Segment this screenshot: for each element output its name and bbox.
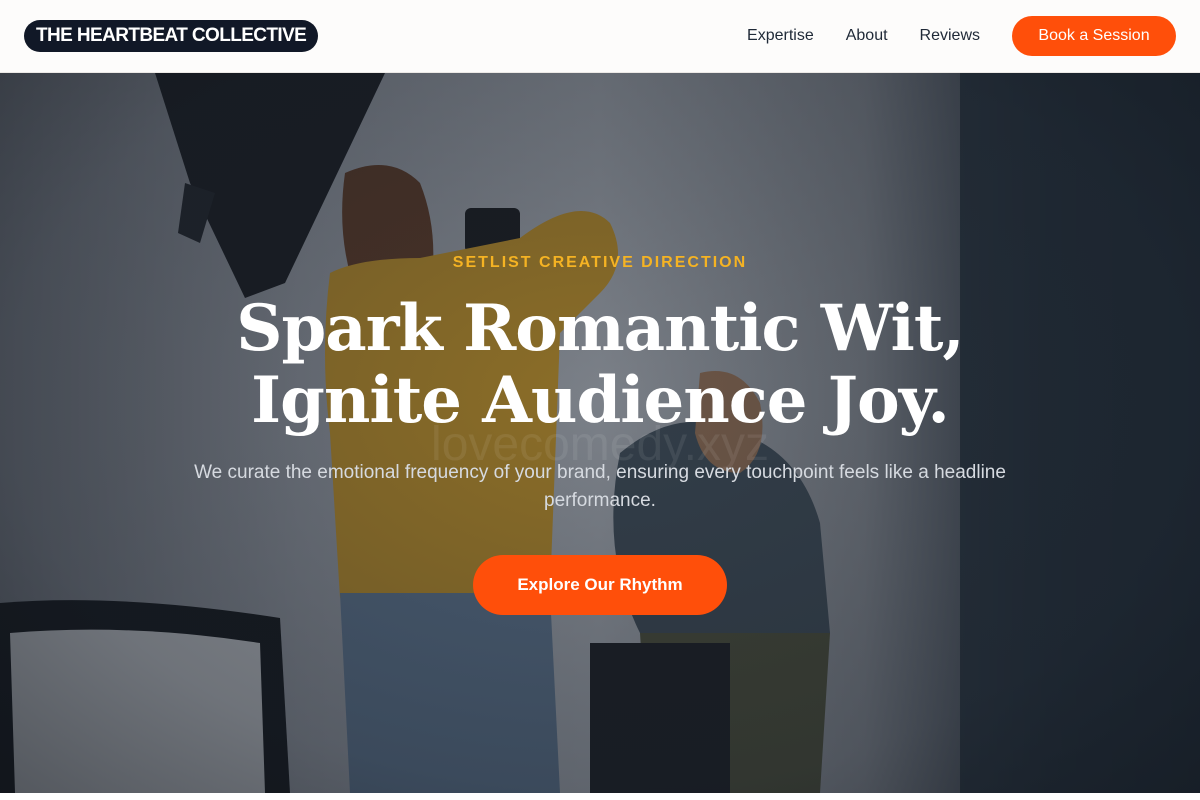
hero-content: lovecomedy.xyz SETLIST CREATIVE DIRECTIO… [0, 73, 1200, 793]
nav-link-reviews[interactable]: Reviews [920, 27, 980, 45]
book-session-button[interactable]: Book a Session [1012, 16, 1176, 56]
hero-section: lovecomedy.xyz SETLIST CREATIVE DIRECTIO… [0, 73, 1200, 793]
main-nav: Expertise About Reviews Book a Session [747, 16, 1176, 56]
nav-link-expertise[interactable]: Expertise [747, 27, 814, 45]
brand-logo[interactable]: THE HEARTBEAT COLLECTIVE [24, 20, 319, 52]
site-header: THE HEARTBEAT COLLECTIVE Expertise About… [0, 0, 1200, 73]
hero-headline-line-2: Ignite Audience Joy. [251, 363, 950, 438]
hero-headline: Spark Romantic Wit, Ignite Audience Joy. [0, 293, 1200, 437]
hero-headline-line-1: Spark Romantic Wit, [236, 291, 964, 366]
explore-rhythm-button[interactable]: Explore Our Rhythm [473, 555, 727, 615]
nav-link-about[interactable]: About [846, 27, 888, 45]
hero-subtext: We curate the emotional frequency of you… [194, 462, 1006, 511]
hero-eyebrow: SETLIST CREATIVE DIRECTION [452, 254, 748, 271]
